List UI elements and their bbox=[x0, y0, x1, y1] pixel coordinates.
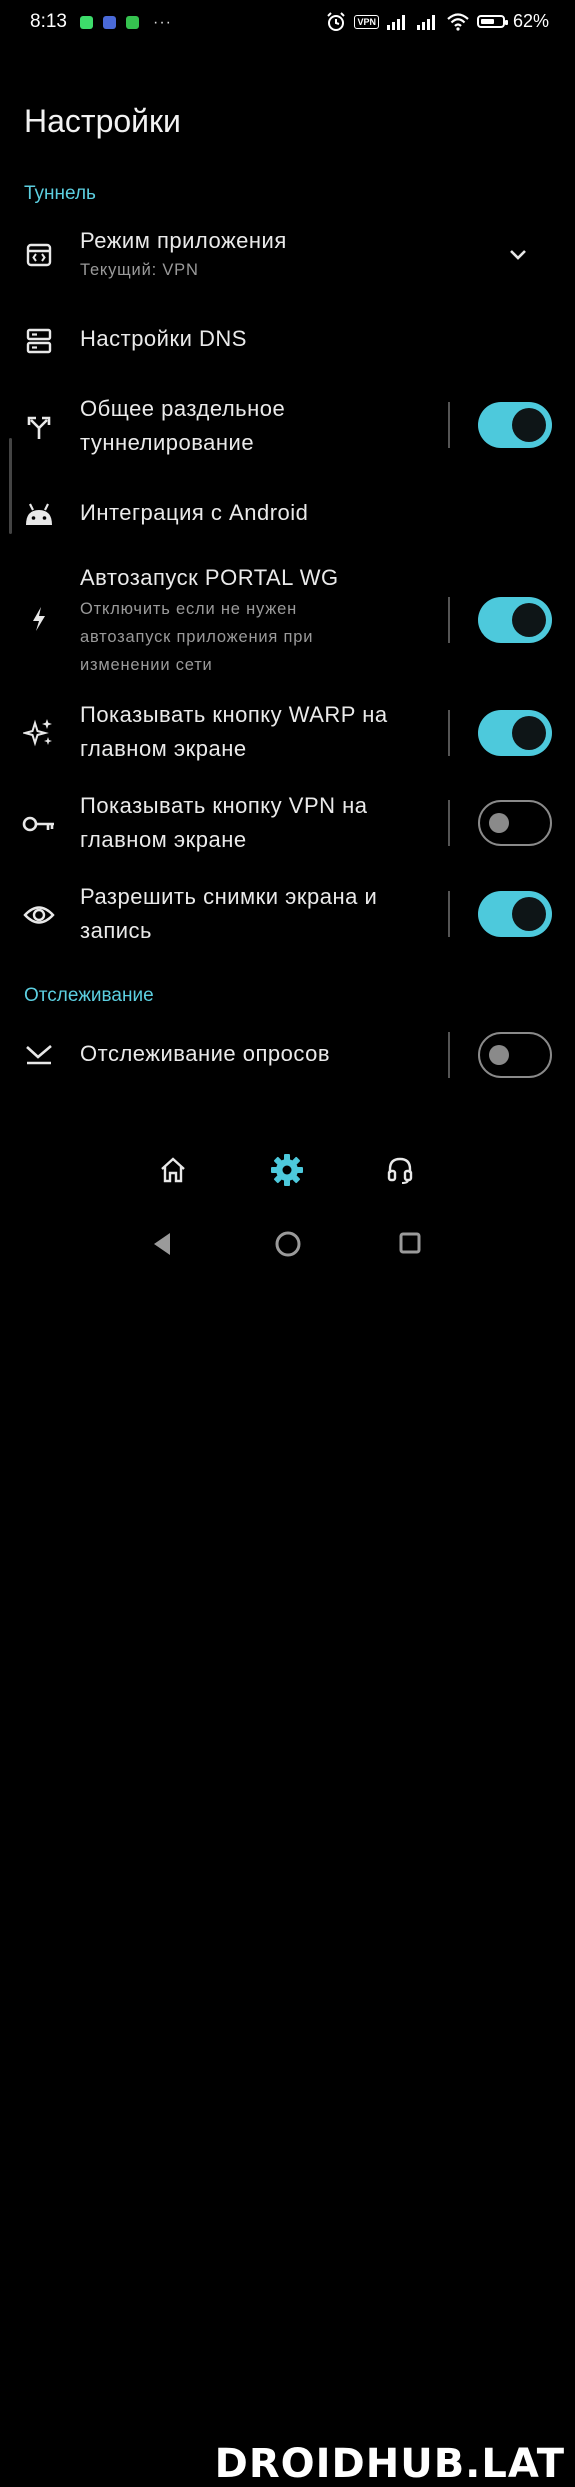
setting-title: Общее раздельное туннелирование bbox=[80, 396, 286, 455]
setting-title: Интеграция с Android bbox=[80, 500, 309, 525]
sparkles-icon bbox=[22, 716, 56, 750]
divider bbox=[448, 710, 450, 756]
app-window-icon bbox=[22, 238, 56, 272]
battery-icon bbox=[476, 15, 508, 28]
setting-title: Настройки DNS bbox=[80, 326, 247, 351]
nav-settings[interactable] bbox=[267, 1150, 307, 1190]
dns-server-icon bbox=[22, 324, 56, 358]
setting-subtitle: Отключить если не нужен автозапуск прило… bbox=[80, 600, 314, 674]
vpn-indicator: VPN bbox=[354, 14, 379, 29]
setting-screenshots[interactable]: Разрешить снимки экрана и запись bbox=[0, 879, 575, 951]
poll-icon bbox=[22, 1038, 56, 1072]
signal-icon bbox=[416, 14, 435, 30]
autostart-toggle[interactable] bbox=[478, 597, 552, 643]
recents-icon[interactable] bbox=[398, 1231, 422, 1255]
back-icon[interactable] bbox=[150, 1231, 174, 1257]
setting-dns[interactable]: Настройки DNS bbox=[0, 318, 575, 364]
setting-title: Показывать кнопку WARP на главном экране bbox=[80, 702, 388, 761]
android-icon bbox=[22, 498, 56, 532]
signal-icon bbox=[386, 14, 405, 30]
status-bar: 8:13 ··· VPN 62% bbox=[0, 0, 575, 48]
warp-button-toggle[interactable] bbox=[478, 710, 552, 756]
setting-title: Автозапуск PORTAL WG bbox=[80, 565, 339, 590]
nav-home[interactable] bbox=[153, 1150, 193, 1190]
setting-title: Отслеживание опросов bbox=[80, 1041, 331, 1066]
setting-title: Режим приложения bbox=[80, 228, 287, 253]
divider bbox=[448, 597, 450, 643]
watermark: DROIDHUB.LAT bbox=[214, 2441, 565, 2487]
section-title-tracking: Отслеживание bbox=[24, 985, 154, 1006]
setting-vpn-button[interactable]: Показывать кнопку VPN на главном экране bbox=[0, 788, 575, 860]
notification-icons: ··· bbox=[80, 13, 172, 31]
chevron-down-icon[interactable] bbox=[506, 242, 530, 271]
battery-percent: 62% bbox=[512, 11, 549, 31]
system-navigation: DROIDHUB.LAT bbox=[0, 1215, 575, 2487]
headset-icon bbox=[387, 1157, 413, 1184]
app-notification-icon bbox=[126, 16, 139, 29]
whatsapp-icon bbox=[80, 16, 93, 29]
home-icon bbox=[161, 1157, 185, 1183]
status-indicators: VPN 62% bbox=[326, 11, 549, 32]
eye-icon bbox=[22, 898, 56, 932]
alarm-icon bbox=[327, 11, 346, 31]
setting-autostart[interactable]: Автозапуск PORTAL WG Отключить если не н… bbox=[0, 560, 575, 682]
wifi-icon bbox=[447, 12, 469, 31]
setting-title: Показывать кнопку VPN на главном экране bbox=[80, 793, 368, 852]
gear-icon bbox=[271, 1154, 303, 1186]
bottom-navigation bbox=[0, 1145, 575, 1195]
status-time: 8:13 bbox=[30, 11, 67, 32]
page-title: Настройки bbox=[24, 103, 181, 139]
lightning-icon bbox=[22, 602, 56, 636]
split-tunnel-toggle[interactable] bbox=[478, 402, 552, 448]
setting-split-tunnel[interactable]: Общее раздельное туннелирование bbox=[0, 390, 575, 460]
home-button-icon[interactable] bbox=[274, 1230, 302, 1258]
section-title-tunnel: Туннель bbox=[24, 183, 96, 204]
app-notification-icon bbox=[103, 16, 116, 29]
setting-subtitle: Текущий: VPN bbox=[80, 261, 199, 279]
nav-support[interactable] bbox=[380, 1150, 420, 1190]
setting-warp-button[interactable]: Показывать кнопку WARP на главном экране bbox=[0, 697, 575, 769]
poll-tracking-toggle[interactable] bbox=[478, 1032, 552, 1078]
setting-android-integration[interactable]: Интеграция с Android bbox=[0, 492, 575, 538]
setting-poll-tracking[interactable]: Отслеживание опросов bbox=[0, 1032, 575, 1078]
split-arrow-icon bbox=[22, 410, 56, 444]
screenshots-toggle[interactable] bbox=[478, 891, 552, 937]
setting-title: Разрешить снимки экрана и запись bbox=[80, 884, 378, 943]
key-icon bbox=[22, 807, 56, 841]
divider bbox=[448, 402, 450, 448]
setting-app-mode[interactable]: Режим приложения Текущий: VPN bbox=[0, 222, 575, 286]
more-notifications-icon: ··· bbox=[153, 13, 172, 31]
divider bbox=[448, 1032, 450, 1078]
vpn-button-toggle[interactable] bbox=[478, 800, 552, 846]
divider bbox=[448, 891, 450, 937]
divider bbox=[448, 800, 450, 846]
